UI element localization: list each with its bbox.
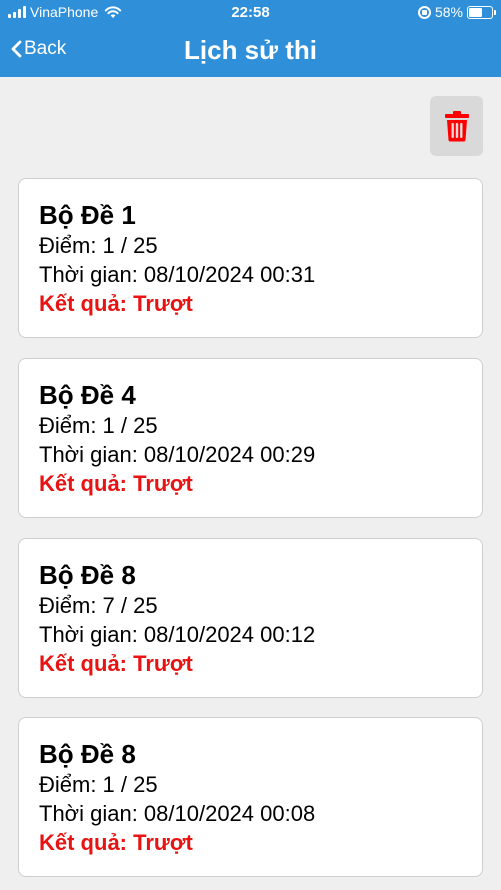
exam-result: Kết quả: Trượt — [39, 291, 193, 316]
history-card[interactable]: Bộ Đề 4 Điểm: 1 / 25 Thời gian: 08/10/20… — [18, 358, 483, 518]
exam-score: Điểm: 7 / 25 — [39, 593, 158, 618]
exam-time: Thời gian: 08/10/2024 00:08 — [39, 801, 316, 826]
exam-score: Điểm: 1 / 25 — [39, 233, 158, 258]
history-card[interactable]: Bộ Đề 8 Điểm: 1 / 25 Thời gian: 08/10/20… — [18, 717, 483, 877]
history-card[interactable]: Bộ Đề 1 Điểm: 1 / 25 Thời gian: 08/10/20… — [18, 178, 483, 338]
orientation-lock-icon — [417, 5, 431, 19]
exam-result: Kết quả: Trượt — [39, 471, 193, 496]
exam-score: Điểm: 1 / 25 — [39, 413, 158, 438]
app-header: VinaPhone 22:58 58% Back Lịch sử thi — [0, 0, 501, 77]
exam-time: Thời gian: 08/10/2024 00:29 — [39, 442, 316, 467]
trash-icon — [444, 111, 469, 142]
battery-icon — [467, 5, 496, 19]
exam-name: Bộ Đề 4 — [39, 380, 136, 410]
exam-name: Bộ Đề 8 — [39, 739, 136, 769]
nav-bar: Back Lịch sử thi — [0, 26, 501, 77]
battery-percent: 58% — [434, 4, 463, 20]
exam-time: Thời gian: 08/10/2024 00:31 — [39, 262, 316, 287]
exam-result: Kết quả: Trượt — [39, 651, 193, 676]
exam-time: Thời gian: 08/10/2024 00:12 — [39, 622, 316, 647]
page-title: Lịch sử thi — [184, 35, 317, 65]
delete-history-button[interactable] — [430, 96, 483, 156]
exam-name: Bộ Đề 8 — [39, 560, 136, 590]
exam-score: Điểm: 1 / 25 — [39, 772, 158, 797]
exam-result: Kết quả: Trượt — [39, 830, 193, 855]
status-bar: VinaPhone 22:58 58% — [0, 0, 501, 26]
battery-fill — [469, 7, 482, 17]
status-right: 58% — [417, 4, 496, 20]
exam-name: Bộ Đề 1 — [39, 200, 136, 230]
history-card[interactable]: Bộ Đề 8 Điểm: 7 / 25 Thời gian: 08/10/20… — [18, 538, 483, 698]
